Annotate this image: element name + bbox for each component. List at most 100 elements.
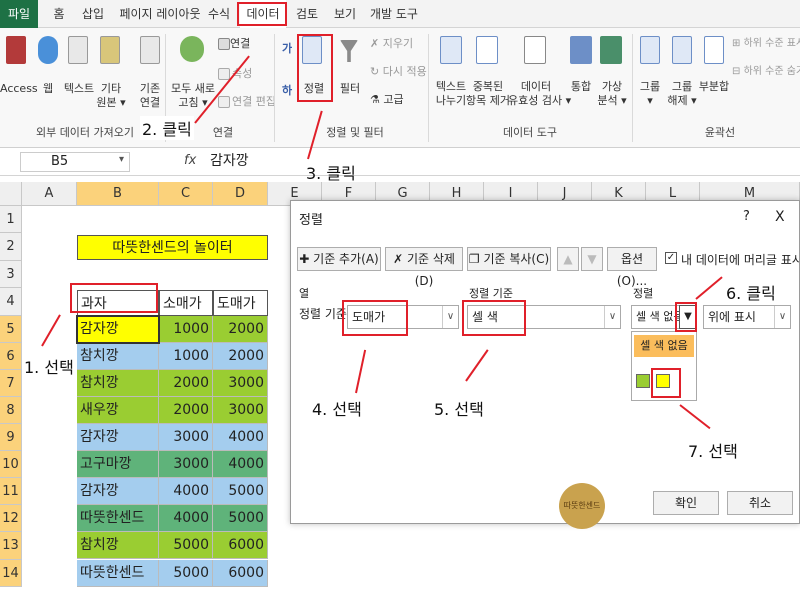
move-down-button[interactable]: ▼ (581, 247, 603, 271)
fx-icon[interactable]: fx (184, 153, 196, 168)
col-header-a[interactable]: A (22, 182, 77, 206)
sort-za-icon[interactable]: 하 (280, 84, 294, 98)
row-header[interactable]: 7 (0, 370, 22, 397)
cell-wholesale-price[interactable]: 4000 (213, 451, 268, 478)
col-header-b[interactable]: B (77, 182, 159, 206)
select-all-corner[interactable] (0, 182, 22, 206)
cell-snack-name[interactable]: 참치깡 (77, 343, 159, 370)
filter-button[interactable]: 필터 (336, 82, 364, 96)
hide-detail-button[interactable]: ⊟ 하위 수준 숨기 (732, 65, 800, 79)
refresh-all-button[interactable]: 모두 새로 고침 ▾ (168, 82, 218, 110)
position-dropdown[interactable]: 위에 표시 ∨ (703, 305, 791, 329)
help-icon[interactable]: ? (743, 209, 750, 224)
cell-retail-price[interactable]: 1000 (159, 316, 213, 343)
cell-retail-price[interactable]: 2000 (159, 397, 213, 424)
tab-review[interactable]: 검토 (294, 0, 320, 28)
formula-input[interactable]: 감자깡 (210, 152, 795, 172)
move-up-button[interactable]: ▲ (557, 247, 579, 271)
cell-retail-price[interactable]: 3000 (159, 424, 213, 451)
row-header[interactable]: 4 (0, 288, 22, 316)
header-cell-wholesale[interactable]: 도매가 (213, 290, 268, 316)
remove-duplicates-button[interactable]: 중복된 항목 제거 (464, 80, 512, 108)
cell-snack-name[interactable]: 고구마깡 (77, 451, 159, 478)
delete-level-button[interactable]: ✗ 기준 삭제(D) (385, 247, 463, 288)
row-header[interactable]: 9 (0, 424, 22, 451)
col-header-d[interactable]: D (213, 182, 268, 206)
header-cell-retail[interactable]: 소매가 (159, 290, 213, 316)
cell-wholesale-price[interactable]: 5000 (213, 505, 268, 532)
other-sources-button[interactable]: 기타 원본 ▾ (94, 82, 128, 110)
subtotal-button[interactable]: 부분합 (696, 80, 732, 94)
cancel-button[interactable]: 취소 (727, 491, 793, 515)
tab-insert[interactable]: 삽입 (78, 0, 108, 28)
cell-retail-price[interactable]: 3000 (159, 451, 213, 478)
consolidate-button[interactable]: 통합 (566, 80, 596, 94)
color-option-none[interactable]: 셀 색 없음 (634, 335, 694, 357)
cell-retail-price[interactable]: 5000 (159, 532, 213, 559)
cell-snack-name[interactable]: 참치깡 (77, 370, 159, 397)
tab-view[interactable]: 보기 (332, 0, 358, 28)
cell-retail-price[interactable]: 5000 (159, 560, 213, 587)
row-header[interactable]: 13 (0, 532, 22, 560)
clear-button[interactable]: ✗ 지우기 (370, 37, 413, 51)
cell-snack-name[interactable]: 감자깡 (77, 424, 159, 451)
row-header[interactable]: 3 (0, 261, 22, 288)
cell-snack-name[interactable]: 따뜻한센드 (77, 560, 159, 587)
row-header[interactable]: 2 (0, 233, 22, 261)
tab-file[interactable]: 파일 (0, 0, 38, 28)
what-if-button[interactable]: 가상 분석 ▾ (596, 80, 628, 108)
cell-wholesale-price[interactable]: 3000 (213, 397, 268, 424)
row-header[interactable]: 10 (0, 451, 22, 478)
name-box-dropdown-icon[interactable]: ▾ (119, 154, 124, 165)
access-button[interactable]: Access (0, 82, 38, 96)
ungroup-button[interactable]: 그룹 해제 ▾ (664, 80, 700, 108)
headers-checkbox[interactable]: ✓ (665, 252, 677, 264)
color-swatch-green[interactable] (636, 374, 650, 388)
row-header[interactable]: 5 (0, 316, 22, 343)
row-header[interactable]: 14 (0, 560, 22, 587)
tab-developer[interactable]: 개발 도구 (368, 0, 420, 28)
row-header[interactable]: 6 (0, 343, 22, 370)
options-button[interactable]: 옵션(O)... (607, 247, 657, 288)
show-detail-button[interactable]: ⊞ 하위 수준 표시 (732, 37, 800, 51)
cell-snack-name[interactable]: 새우깡 (77, 397, 159, 424)
cell-wholesale-price[interactable]: 5000 (213, 478, 268, 505)
cell-retail-price[interactable]: 2000 (159, 370, 213, 397)
cell-wholesale-price[interactable]: 2000 (213, 316, 268, 343)
row-header[interactable]: 1 (0, 206, 22, 233)
advanced-button[interactable]: ⚗ 고급 (370, 93, 404, 107)
sheet-title-cell[interactable]: 따뜻한센드의 놀이터 (77, 235, 268, 260)
cell-wholesale-price[interactable]: 3000 (213, 370, 268, 397)
cell-wholesale-price[interactable]: 4000 (213, 424, 268, 451)
cell-retail-price[interactable]: 4000 (159, 505, 213, 532)
cell-wholesale-price[interactable]: 6000 (213, 532, 268, 559)
connections-button[interactable]: 연결 (230, 37, 250, 51)
cell-wholesale-price[interactable]: 6000 (213, 560, 268, 587)
row-header[interactable]: 8 (0, 397, 22, 424)
group-button[interactable]: 그룹 ▾ (636, 80, 664, 108)
add-level-button[interactable]: ✚ 기준 추가(A) (297, 247, 381, 271)
copy-level-button[interactable]: ❐ 기준 복사(C) (467, 247, 551, 271)
edit-links-button[interactable]: 연결 편집 (232, 95, 276, 109)
existing-connection-button[interactable]: 기존 연결 (134, 82, 166, 110)
data-validation-button[interactable]: 데이터 유효성 검사 ▾ (508, 80, 571, 108)
cell-snack-name[interactable]: 따뜻한센드 (77, 505, 159, 532)
text-button[interactable]: 텍스트 (62, 82, 96, 96)
reapply-button[interactable]: ↻ 다시 적용 (370, 65, 427, 79)
tab-formulas[interactable]: 수식 (206, 0, 232, 28)
cell-retail-price[interactable]: 4000 (159, 478, 213, 505)
name-box[interactable]: B5 (20, 152, 130, 172)
cell-snack-name[interactable]: 감자깡 (77, 478, 159, 505)
cell-retail-price[interactable]: 1000 (159, 343, 213, 370)
row-header[interactable]: 12 (0, 505, 22, 532)
tab-home[interactable]: 홈 (46, 0, 72, 28)
cell-wholesale-price[interactable]: 2000 (213, 343, 268, 370)
tab-page-layout[interactable]: 페이지 레이아웃 (118, 0, 202, 28)
ok-button[interactable]: 확인 (653, 491, 719, 515)
col-header-c[interactable]: C (159, 182, 213, 206)
sort-az-icon[interactable]: 가 (280, 42, 294, 56)
cell-snack-name[interactable]: 참치깡 (77, 532, 159, 559)
web-button[interactable]: 웹 (34, 82, 62, 96)
close-icon[interactable]: X (775, 209, 785, 225)
row-header[interactable]: 11 (0, 478, 22, 505)
